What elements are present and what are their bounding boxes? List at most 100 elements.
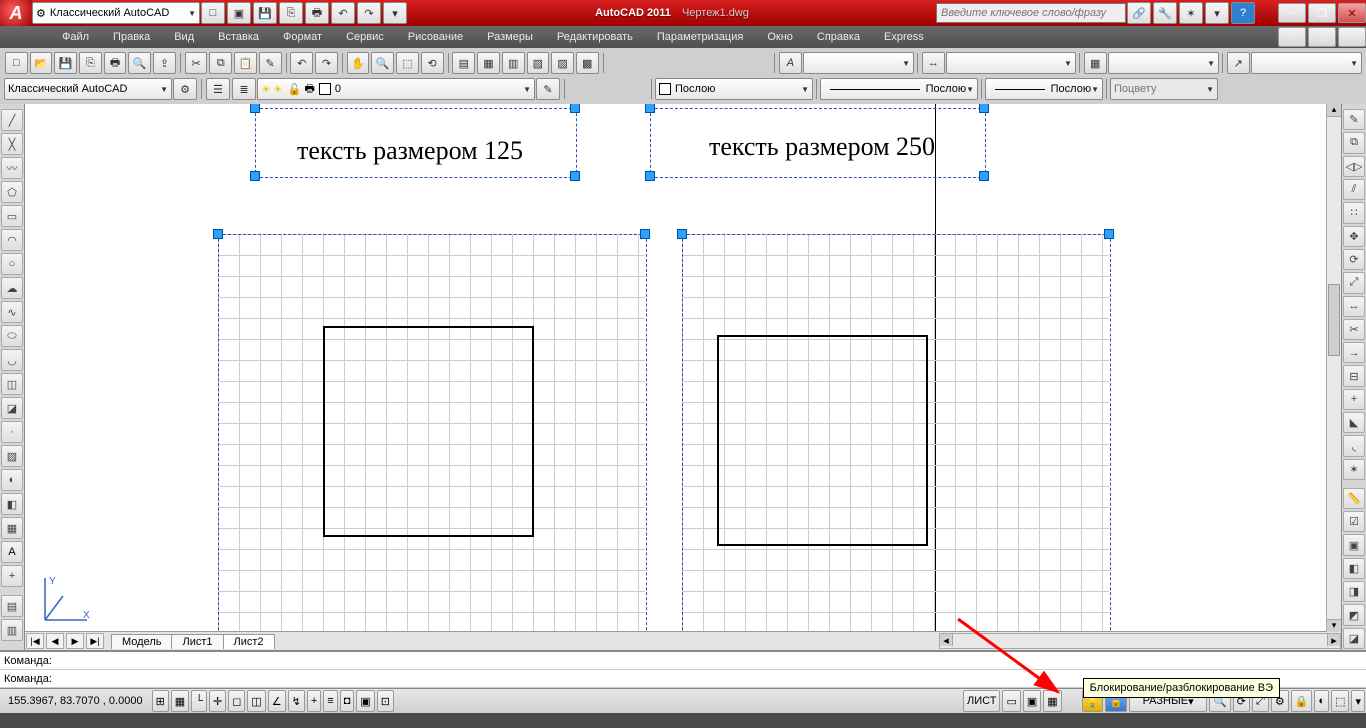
qat-save-icon[interactable]: 💾 xyxy=(253,2,277,24)
tb-markup-icon[interactable]: ▨ xyxy=(551,52,574,74)
tab-sheet1[interactable]: Лист1 xyxy=(171,634,223,649)
hscrollbar[interactable]: ◂ ▸ xyxy=(939,633,1341,649)
3d1-icon[interactable]: ◧ xyxy=(1343,558,1365,579)
tablestyle-dropdown[interactable]: ▼ xyxy=(1108,52,1219,74)
block-icon[interactable]: ◪ xyxy=(1,397,23,419)
window-minimize-icon[interactable]: — xyxy=(1278,3,1306,23)
tb-cut-icon[interactable]: ✂ xyxy=(185,52,208,74)
grip[interactable] xyxy=(213,229,223,239)
window-restore-icon[interactable]: ❐ xyxy=(1308,3,1336,23)
explode-icon[interactable]: ✶ xyxy=(1343,459,1365,480)
layermatch-icon[interactable]: ✎ xyxy=(536,78,560,100)
fillet-icon[interactable]: ◟ xyxy=(1343,435,1365,456)
menu-draw[interactable]: Рисование xyxy=(396,26,475,48)
menu-file[interactable]: Файл xyxy=(50,26,101,48)
menu-dimension[interactable]: Размеры xyxy=(475,26,545,48)
dimstyle-dropdown[interactable]: ▼ xyxy=(946,52,1076,74)
pline-icon[interactable]: 〰 xyxy=(1,157,23,179)
menu-window[interactable]: Окно xyxy=(755,26,805,48)
extend-icon[interactable]: → xyxy=(1343,342,1365,363)
arc-icon[interactable]: ◠ xyxy=(1,229,23,251)
group-icon[interactable]: ▣ xyxy=(1343,534,1365,555)
spline-icon[interactable]: ∿ xyxy=(1,301,23,323)
ellipse-icon[interactable]: ⬭ xyxy=(1,325,23,347)
doc-close-icon[interactable]: ✕ xyxy=(1338,27,1366,47)
line-icon[interactable]: ╱ xyxy=(1,109,23,131)
sb-qv-icon[interactable]: ▦ xyxy=(1043,690,1061,712)
sb-lwt-icon[interactable]: ≡ xyxy=(323,690,337,712)
grip[interactable] xyxy=(979,171,989,181)
color-dropdown[interactable]: Послою▼ xyxy=(655,78,813,100)
sb-toolbar-icon[interactable]: 🔒 xyxy=(1291,690,1313,712)
qat-redo-icon[interactable]: ↷ xyxy=(357,2,381,24)
tb-zoomwin-icon[interactable]: ⬚ xyxy=(396,52,419,74)
sb-ducs-icon[interactable]: ↯ xyxy=(288,690,305,712)
drawing-canvas[interactable]: тексть размером 125 тексть размером 250 xyxy=(25,104,1341,650)
ellipsearc-icon[interactable]: ◡ xyxy=(1,349,23,371)
exchange-icon[interactable]: ✶ xyxy=(1179,2,1203,24)
help-dd-icon[interactable]: ▾ xyxy=(1205,2,1229,24)
grip[interactable] xyxy=(677,229,687,239)
sb-polar-icon[interactable]: ✛ xyxy=(209,690,226,712)
grip[interactable] xyxy=(250,171,260,181)
sb-paper[interactable]: ЛИСТ xyxy=(963,690,1000,712)
tb-new-icon[interactable]: □ xyxy=(5,52,28,74)
tab-nav-first[interactable]: |◀ xyxy=(26,633,44,649)
tb-mleader-icon[interactable]: ↗ xyxy=(1227,52,1250,74)
tb-redo-icon[interactable]: ↷ xyxy=(315,52,338,74)
tb-match-icon[interactable]: ✎ xyxy=(259,52,282,74)
tb-dc-icon[interactable]: ▦ xyxy=(477,52,500,74)
workspace-dropdown[interactable]: Классический AutoCAD▼ xyxy=(4,78,172,100)
menu-view[interactable]: Вид xyxy=(162,26,206,48)
tab-sheet2[interactable]: Лист2 xyxy=(223,634,275,649)
move-icon[interactable]: ✥ xyxy=(1343,226,1365,247)
tb-qcalc-icon[interactable]: ▩ xyxy=(576,52,599,74)
qat-new-icon[interactable]: □ xyxy=(201,2,225,24)
menu-help[interactable]: Справка xyxy=(805,26,872,48)
offset-icon[interactable]: ⫽ xyxy=(1343,179,1365,200)
circle-icon[interactable]: ○ xyxy=(1,253,23,275)
infocenter-icon[interactable]: 🔗 xyxy=(1127,2,1151,24)
grip[interactable] xyxy=(645,171,655,181)
qat-undo-icon[interactable]: ↶ xyxy=(331,2,355,24)
sb-grid-icon[interactable]: ▦ xyxy=(171,690,189,712)
grip[interactable] xyxy=(570,171,580,181)
join-icon[interactable]: + xyxy=(1343,389,1365,410)
layerprops-icon[interactable]: ☰ xyxy=(206,78,230,100)
copy-icon[interactable]: ⧉ xyxy=(1343,132,1365,153)
tb-mtext-icon[interactable]: A xyxy=(779,52,802,74)
subscription-icon[interactable]: 🔧 xyxy=(1153,2,1177,24)
rectangle-icon[interactable]: ▭ xyxy=(1,205,23,227)
tb-zoom-icon[interactable]: 🔍 xyxy=(371,52,394,74)
tb-pan-icon[interactable]: ✋ xyxy=(347,52,370,74)
grip[interactable] xyxy=(640,229,650,239)
tb-publish-icon[interactable]: ⇪ xyxy=(153,52,176,74)
tb-copy-icon[interactable]: ⧉ xyxy=(209,52,232,74)
xline-icon[interactable]: ╳ xyxy=(1,133,23,155)
menu-express[interactable]: Express xyxy=(872,26,936,48)
tb-paste-icon[interactable]: 📋 xyxy=(234,52,257,74)
tb-undo-icon[interactable]: ↶ xyxy=(290,52,313,74)
sb-ortho-icon[interactable]: └ xyxy=(191,690,207,712)
insert-icon[interactable]: ◫ xyxy=(1,373,23,395)
sb-clean-icon[interactable]: ▾ xyxy=(1351,690,1365,712)
stretch-icon[interactable]: ↔ xyxy=(1343,296,1365,317)
sb-otrack-icon[interactable]: ∠ xyxy=(268,690,286,712)
mleaderstyle-dropdown[interactable]: ▼ xyxy=(1251,52,1362,74)
sb-layout1-icon[interactable]: ▭ xyxy=(1002,690,1020,712)
sb-dyn-icon[interactable]: + xyxy=(307,690,321,712)
sb-snapmode-icon[interactable]: ⊞ xyxy=(152,690,169,712)
polygon-icon[interactable]: ⬠ xyxy=(1,181,23,203)
linetype-dropdown[interactable]: Послою▼ xyxy=(820,78,978,100)
menu-edit[interactable]: Правка xyxy=(101,26,162,48)
qat-open-icon[interactable]: ▣ xyxy=(227,2,251,24)
sb-3dosnap-icon[interactable]: ◫ xyxy=(247,690,265,712)
layerstate-icon[interactable]: ≣ xyxy=(232,78,256,100)
vscrollbar[interactable]: ▴ ▾ xyxy=(1326,104,1341,632)
tb-plot-icon[interactable]: 🖶 xyxy=(104,52,127,74)
chamfer-icon[interactable]: ◣ xyxy=(1343,412,1365,433)
qselect-icon[interactable]: ☑ xyxy=(1343,511,1365,532)
tb-ssm-icon[interactable]: ▧ xyxy=(527,52,550,74)
tb-open-icon[interactable]: 📂 xyxy=(30,52,53,74)
tb-save-icon[interactable]: 💾 xyxy=(54,52,77,74)
